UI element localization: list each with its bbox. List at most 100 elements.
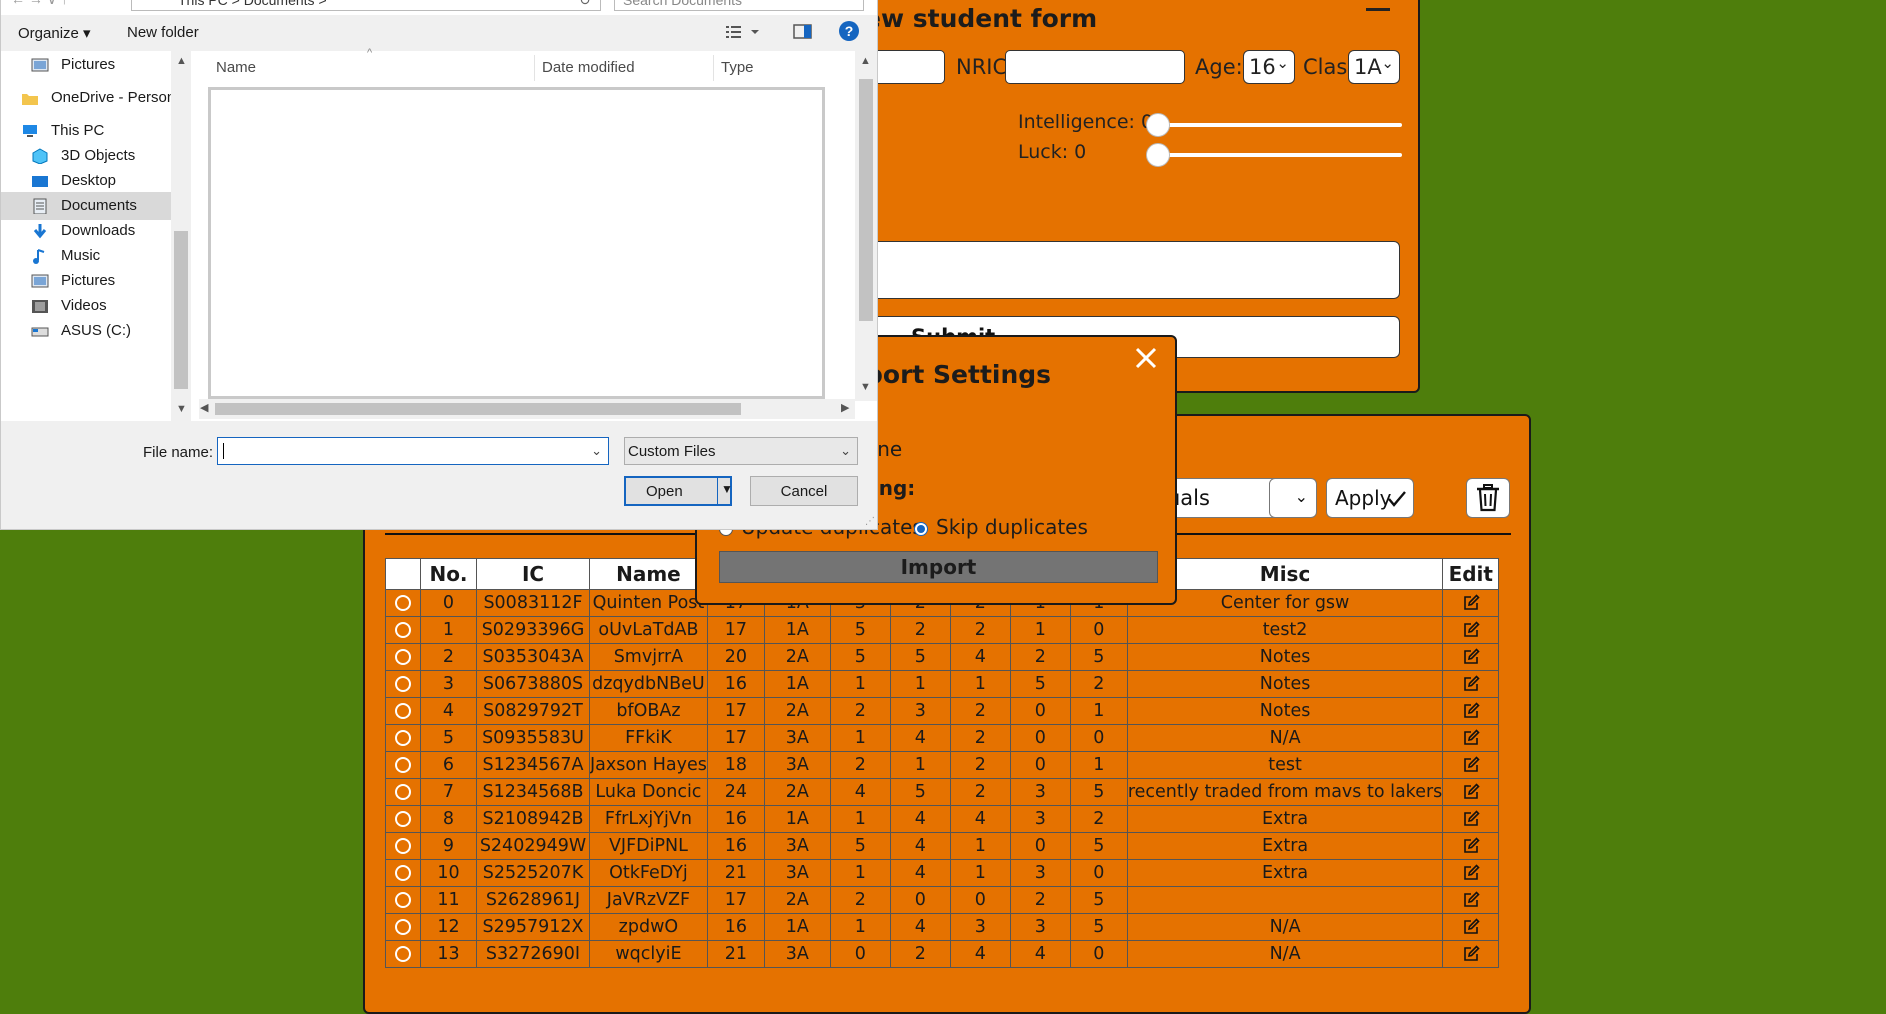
nav-item[interactable]: OneDrive - Person [1, 84, 171, 112]
preview-pane-icon[interactable] [793, 23, 813, 41]
intelligence-slider-track[interactable] [1152, 123, 1402, 127]
scroll-up-icon[interactable]: ▲ [860, 55, 871, 67]
row-select-radio[interactable] [395, 730, 411, 746]
type-column-header[interactable]: Type [721, 51, 754, 81]
nav-item[interactable]: Documents [1, 192, 171, 220]
help-icon[interactable]: ? [839, 21, 859, 41]
scroll-right-icon[interactable]: ▶ [841, 401, 849, 414]
scroll-left-icon[interactable]: ◀ [200, 401, 208, 414]
search-input[interactable]: Search Documents [614, 0, 864, 11]
row-select-cell [385, 670, 421, 698]
row-select-radio[interactable] [395, 595, 411, 611]
nav-item[interactable]: ASUS (C:) [1, 317, 171, 345]
class-select[interactable]: 1A ⌄ [1348, 50, 1400, 84]
nric-input[interactable] [1005, 50, 1185, 84]
row-select-radio[interactable] [395, 784, 411, 800]
nav-item[interactable]: This PC [1, 117, 171, 145]
row-select-radio[interactable] [395, 757, 411, 773]
row-select-radio[interactable] [395, 811, 411, 827]
row-select-radio[interactable] [395, 838, 411, 854]
scroll-down-icon[interactable]: ▼ [176, 403, 187, 415]
nav-item[interactable]: Pictures [1, 267, 171, 295]
organize-button[interactable]: Organize ▾ [18, 24, 91, 42]
nav-item[interactable]: Pictures [1, 51, 171, 79]
row-select-radio[interactable] [395, 919, 411, 935]
luck-slider-thumb[interactable] [1146, 143, 1170, 167]
horizontal-scroll-thumb[interactable] [215, 403, 741, 415]
nav-item[interactable]: Downloads [1, 217, 171, 245]
file-list-horizontal-scrollbar[interactable]: ◀ ▶ [199, 399, 855, 419]
edit-icon[interactable] [1462, 783, 1480, 801]
delete-button[interactable] [1466, 478, 1510, 518]
edit-icon[interactable] [1462, 675, 1480, 693]
row-select-radio[interactable] [395, 892, 411, 908]
cancel-button[interactable]: Cancel [750, 476, 858, 506]
row-select-radio[interactable] [395, 649, 411, 665]
filter-value-select[interactable]: ⌄ [1269, 478, 1317, 518]
row-select-radio[interactable] [395, 946, 411, 962]
edit-icon[interactable] [1462, 918, 1480, 936]
nav-item[interactable]: Music [1, 242, 171, 270]
file-list-vertical-scrollbar[interactable]: ▲ ▼ [855, 51, 877, 401]
skip-duplicates-radio[interactable] [914, 521, 928, 536]
column-separator[interactable] [534, 55, 535, 81]
navigation-scroll-thumb[interactable] [174, 231, 188, 389]
edit-icon[interactable] [1462, 810, 1480, 828]
edit-icon[interactable] [1462, 621, 1480, 639]
row-select-radio[interactable] [395, 676, 411, 692]
edit-icon[interactable] [1462, 945, 1480, 963]
chevron-down-icon[interactable]: ⌄ [591, 443, 602, 459]
no-column-header[interactable]: No. [420, 558, 477, 590]
nav-item[interactable]: 3D Objects [1, 142, 171, 170]
nav-item[interactable]: Desktop [1, 167, 171, 195]
edit-icon[interactable] [1462, 594, 1480, 612]
table-row: 5 S0935583U FFkiK 17 3A 1 4 2 0 0 N/A [385, 724, 1500, 752]
ic-column-header[interactable]: IC [476, 558, 590, 590]
view-options-icon[interactable] [725, 23, 761, 41]
column-separator[interactable] [713, 55, 714, 81]
import-button[interactable]: Import [719, 551, 1158, 583]
age-select[interactable]: 16 ⌄ [1243, 50, 1295, 84]
row-select-radio[interactable] [395, 703, 411, 719]
name-column-header[interactable]: Name [589, 558, 708, 590]
scroll-up-icon[interactable]: ▲ [176, 55, 187, 67]
edit-icon[interactable] [1462, 648, 1480, 666]
refresh-icon[interactable]: ↻ [579, 0, 591, 9]
edit-icon[interactable] [1462, 864, 1480, 882]
file-list[interactable] [208, 87, 825, 399]
vertical-scroll-thumb[interactable] [859, 79, 873, 321]
table-cell: S1234568B [476, 778, 590, 806]
row-select-radio[interactable] [395, 865, 411, 881]
intelligence-slider-thumb[interactable] [1146, 113, 1170, 137]
file-name-input[interactable]: ⌄ [217, 437, 609, 465]
resize-grip-icon[interactable]: ⋰ [865, 516, 875, 527]
table-cell: oUvLaTdAB [589, 616, 708, 644]
table-cell: 16 [706, 913, 765, 941]
name-column-header[interactable]: Name [216, 51, 256, 81]
row-select-radio[interactable] [395, 622, 411, 638]
edit-icon[interactable] [1462, 756, 1480, 774]
edit-icon[interactable] [1462, 891, 1480, 909]
close-icon[interactable] [1133, 345, 1159, 371]
table-cell: zpdwO [589, 913, 708, 941]
address-bar[interactable]: This PC > Documents > [131, 0, 601, 11]
table-cell: 2 [420, 643, 477, 671]
edit-icon[interactable] [1462, 729, 1480, 747]
date-modified-column-header[interactable]: Date modified [542, 51, 635, 81]
table-cell: 4 [949, 805, 1011, 833]
luck-slider-track[interactable] [1152, 153, 1402, 157]
navigation-scrollbar[interactable]: ▲ ▼ [171, 51, 191, 421]
nav-back-icon[interactable]: ← → ∨ ↑ [11, 0, 68, 8]
minimize-icon[interactable] [1366, 8, 1390, 11]
skip-duplicates-option[interactable]: Skip duplicates [914, 515, 1088, 539]
nav-item[interactable]: Videos [1, 292, 171, 320]
apply-button[interactable]: Apply [1326, 478, 1414, 518]
misc-textarea[interactable] [820, 241, 1400, 299]
edit-icon[interactable] [1462, 702, 1480, 720]
new-folder-button[interactable]: New folder [127, 24, 199, 41]
edit-icon[interactable] [1462, 837, 1480, 855]
file-type-select[interactable]: Custom Files ⌄ [624, 437, 858, 465]
scroll-down-icon[interactable]: ▼ [860, 381, 871, 393]
open-options-arrow-icon[interactable]: ▼ [721, 482, 733, 496]
open-button[interactable]: Open ▼ [624, 476, 733, 506]
